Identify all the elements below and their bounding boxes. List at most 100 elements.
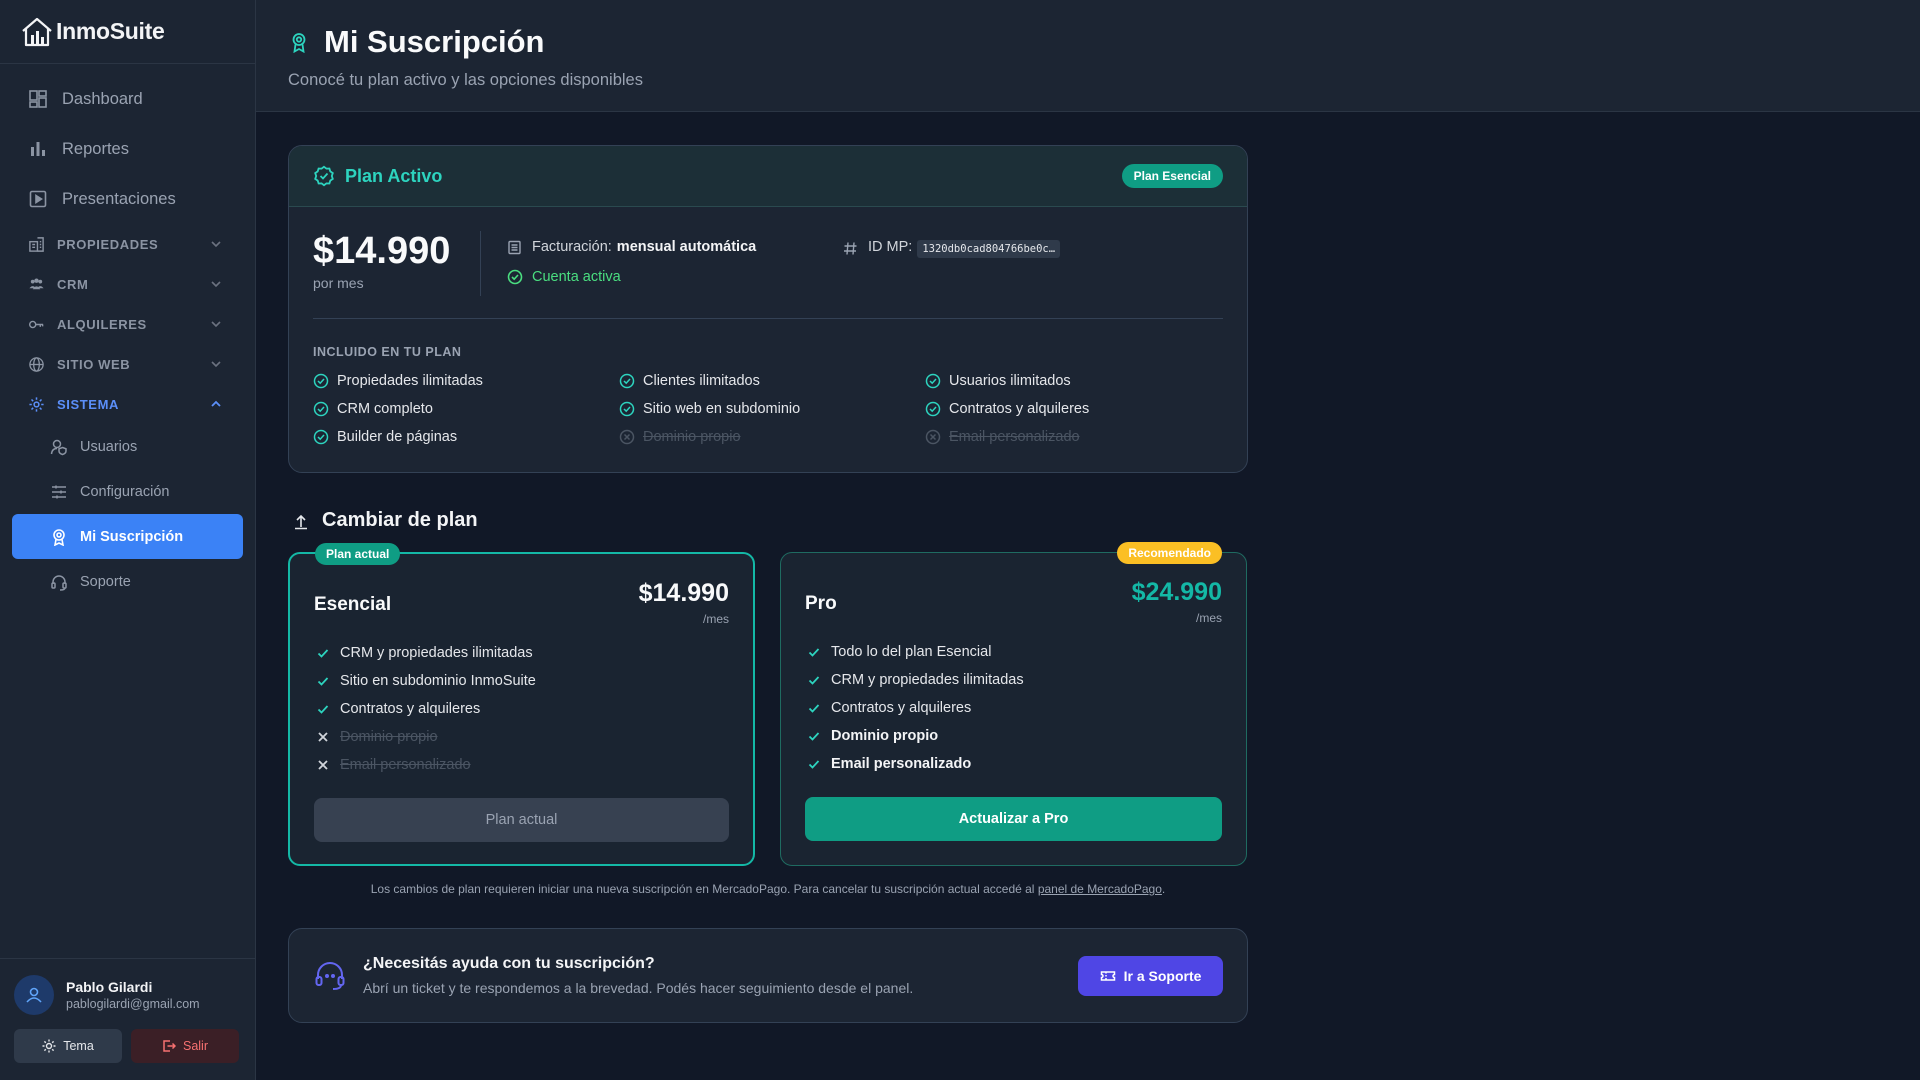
- mercadopago-panel-link[interactable]: panel de MercadoPago: [1038, 882, 1162, 896]
- billing-value: mensual automática: [616, 239, 757, 255]
- sidebar-section-sistema[interactable]: SISTEMA: [0, 384, 255, 424]
- divider: [313, 318, 1223, 319]
- user-email: pablogilardi@gmail.com: [66, 997, 200, 1011]
- plan-badge: Plan Esencial: [1121, 164, 1223, 188]
- plan-name: Esencial: [314, 594, 392, 615]
- page-header: Mi Suscripción Conocé tu plan activo y l…: [256, 0, 1920, 112]
- included-features: Propiedades ilimitadas Clientes ilimitad…: [313, 372, 1223, 446]
- sidebar: InmoSuite Dashboard Reportes Presentacio…: [0, 0, 256, 1080]
- sidebar-item-reportes[interactable]: Reportes: [0, 124, 255, 174]
- user-shield-icon: [50, 439, 67, 455]
- check-circle-icon: [313, 373, 329, 389]
- headset-icon: [315, 961, 345, 990]
- x-icon: [318, 732, 328, 742]
- user-profile[interactable]: Pablo Gilardi pablogilardi@gmail.com: [14, 975, 242, 1015]
- chevron-down-icon: [211, 321, 221, 328]
- plan-card-pro: Recomendado Pro $24.990 /mes Todo lo del…: [780, 542, 1247, 866]
- sidebar-section-sitio-web[interactable]: SITIO WEB: [0, 344, 255, 384]
- sidebar-section-crm[interactable]: CRM: [0, 264, 255, 304]
- feature-label: Email personalizado: [340, 757, 471, 773]
- help-title: ¿Necesitás ayuda con tu suscripción?: [363, 955, 655, 972]
- upgrade-pro-button[interactable]: Actualizar a Pro: [805, 797, 1222, 841]
- check-circle-icon: [925, 373, 941, 389]
- sidebar-section-propiedades[interactable]: PROPIEDADES: [0, 224, 255, 264]
- users-icon: [29, 278, 44, 289]
- sliders-icon: [52, 485, 66, 498]
- plan-feature: Contratos y alquileres: [314, 695, 729, 723]
- theme-button[interactable]: Tema: [14, 1029, 122, 1063]
- feature-item: Usuarios ilimitados: [925, 372, 1231, 390]
- ticket-icon: [1100, 970, 1115, 981]
- feature-label: Todo lo del plan Esencial: [831, 644, 992, 660]
- chevron-down-icon: [211, 241, 221, 248]
- plan-feature: Contratos y alquileres: [805, 694, 1222, 722]
- note-end: .: [1161, 882, 1166, 896]
- key-icon: [28, 320, 44, 328]
- page-title: Mi Suscripción: [324, 24, 545, 59]
- billing-info: Facturación: mensual automática: [507, 239, 843, 255]
- sidebar-item-soporte[interactable]: Soporte: [0, 559, 255, 604]
- status-text: Cuenta activa: [532, 269, 621, 285]
- section-label: ALQUILERES: [57, 316, 147, 332]
- recommended-tag: Recomendado: [1117, 542, 1222, 564]
- feature-item: Propiedades ilimitadas: [313, 372, 619, 390]
- feature-label: Builder de páginas: [337, 429, 458, 445]
- plan-price: $24.990: [1131, 578, 1222, 606]
- sidebar-item-presentaciones[interactable]: Presentaciones: [0, 174, 255, 224]
- current-plan-button[interactable]: Plan actual: [314, 798, 729, 842]
- check-circle-icon: [619, 401, 635, 417]
- logout-button[interactable]: Salir: [131, 1029, 239, 1063]
- feature-label: CRM y propiedades ilimitadas: [340, 645, 533, 661]
- chevron-down-icon: [211, 281, 221, 288]
- help-card: ¿Necesitás ayuda con tu suscripción? Abr…: [288, 928, 1248, 1023]
- feature-label: Dominio propio: [831, 728, 939, 744]
- plan-name: Pro: [805, 593, 837, 614]
- change-plan-title: Cambiar de plan: [322, 509, 478, 531]
- hash-icon: [844, 242, 857, 255]
- logout-icon: [163, 1040, 176, 1052]
- check-icon: [808, 676, 820, 685]
- feature-label: Clientes ilimitados: [643, 373, 760, 389]
- go-to-support-button[interactable]: Ir a Soporte: [1078, 955, 1223, 996]
- check-circle-icon: [313, 401, 329, 417]
- gear-icon: [29, 396, 44, 412]
- feature-label: Sitio en subdominio InmoSuite: [340, 673, 536, 689]
- feature-label: Email personalizado: [949, 429, 1080, 445]
- feature-item-disabled: Dominio propio: [619, 428, 925, 446]
- chevron-down-icon: [211, 361, 221, 368]
- plan-feature-disabled: Dominio propio: [314, 723, 729, 751]
- sidebar-item-mi-suscripcion[interactable]: Mi Suscripción: [12, 514, 243, 559]
- sidebar-item-usuarios[interactable]: Usuarios: [0, 424, 255, 469]
- feature-label: CRM completo: [337, 401, 433, 417]
- sidebar-item-dashboard[interactable]: Dashboard: [0, 74, 255, 124]
- sidebar-item-configuracion[interactable]: Configuración: [0, 469, 255, 514]
- plan-card-esencial: Plan actual Esencial $14.990 /mes CRM y …: [288, 543, 755, 866]
- user-icon: [26, 987, 42, 1003]
- mp-id-value[interactable]: 1320db0cad804766be0c…: [917, 240, 1061, 258]
- active-plan-period: por mes: [313, 275, 364, 291]
- user-name: Pablo Gilardi: [66, 979, 153, 995]
- main-content: Plan Activo Plan Esencial $14.990 por me…: [288, 145, 1248, 1023]
- sidebar-section-alquileres[interactable]: ALQUILERES: [0, 304, 255, 344]
- billing-label: Facturación:: [532, 239, 612, 255]
- house-chart-icon: [22, 17, 52, 46]
- plan-feature: CRM y propiedades ilimitadas: [805, 666, 1222, 694]
- plan-feature: Sitio en subdominio InmoSuite: [314, 667, 729, 695]
- award-icon: [292, 33, 306, 53]
- sidebar-nav: Dashboard Reportes Presentaciones PROPIE…: [0, 64, 255, 604]
- play-square-icon: [29, 190, 47, 208]
- active-plan-title: Plan Activo: [345, 165, 443, 186]
- feature-item: Contratos y alquileres: [925, 400, 1231, 418]
- headset-icon: [51, 574, 67, 591]
- account-status: Cuenta activa: [507, 269, 843, 285]
- avatar: [14, 975, 54, 1015]
- active-plan-price: $14.990: [313, 230, 451, 272]
- check-icon: [317, 705, 329, 714]
- bar-chart-icon: [31, 142, 45, 156]
- check-circle-icon: [925, 401, 941, 417]
- mp-id-label: ID MP:: [868, 239, 913, 255]
- app-logo[interactable]: InmoSuite: [0, 0, 255, 64]
- sidebar-item-label: Soporte: [80, 573, 131, 590]
- badge-check-icon: [314, 165, 334, 187]
- feature-item: Sitio web en subdominio: [619, 400, 925, 418]
